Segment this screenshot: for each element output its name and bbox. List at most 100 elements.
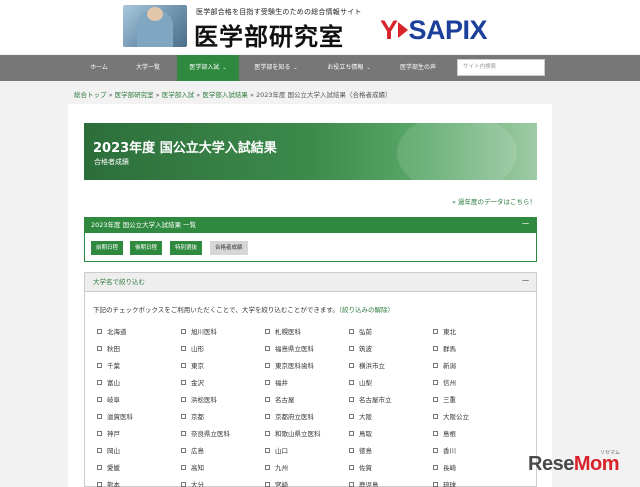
university-checkbox-item[interactable]: 富山 [97, 377, 120, 389]
university-checkbox-item[interactable]: 秋田 [97, 343, 120, 355]
checkbox[interactable] [97, 414, 102, 419]
checkbox[interactable] [433, 346, 438, 351]
breadcrumb-link-top[interactable]: 総合トップ [74, 91, 107, 99]
nav-item-student-voices[interactable]: 医学部生の声 [392, 55, 444, 81]
university-checkbox-item[interactable]: 山口 [265, 445, 288, 457]
university-checkbox-item[interactable]: 東京 [181, 360, 204, 372]
checkbox[interactable] [265, 482, 270, 487]
university-checkbox-item[interactable]: 東北 [433, 326, 456, 338]
checkbox[interactable] [97, 465, 102, 470]
checkbox[interactable] [265, 346, 270, 351]
university-checkbox-item[interactable]: 愛媛 [97, 462, 120, 474]
university-checkbox-item[interactable]: 大阪 [349, 411, 372, 423]
checkbox[interactable] [349, 448, 354, 453]
university-checkbox-item[interactable]: 岐阜 [97, 394, 120, 406]
breadcrumb-link-lab[interactable]: 医学部研究室 [115, 91, 154, 99]
checkbox[interactable] [433, 482, 438, 487]
university-checkbox-item[interactable]: 鳥取 [349, 428, 372, 440]
results-list-header[interactable]: 2023年度 国公立大学入試結果 一覧 － [85, 218, 536, 233]
university-checkbox-item[interactable]: 山梨 [349, 377, 372, 389]
university-checkbox-item[interactable]: 滋賀医科 [97, 411, 133, 423]
checkbox[interactable] [433, 380, 438, 385]
checkbox[interactable] [265, 431, 270, 436]
university-checkbox-item[interactable]: 九州 [265, 462, 288, 474]
university-checkbox-item[interactable]: 信州 [433, 377, 456, 389]
university-checkbox-item[interactable]: 浜松医科 [181, 394, 217, 406]
checkbox[interactable] [97, 363, 102, 368]
checkbox[interactable] [181, 414, 186, 419]
university-checkbox-item[interactable]: 宮崎 [265, 479, 288, 487]
checkbox[interactable] [181, 482, 186, 487]
university-checkbox-item[interactable]: 横浜市立 [349, 360, 385, 372]
checkbox[interactable] [433, 465, 438, 470]
university-checkbox-item[interactable]: 北海道 [97, 326, 127, 338]
university-checkbox-item[interactable]: 香川 [433, 445, 456, 457]
checkbox[interactable] [97, 346, 102, 351]
checkbox[interactable] [349, 397, 354, 402]
checkbox[interactable] [265, 380, 270, 385]
checkbox[interactable] [97, 329, 102, 334]
checkbox[interactable] [349, 380, 354, 385]
checkbox[interactable] [349, 431, 354, 436]
checkbox[interactable] [97, 397, 102, 402]
checkbox[interactable] [349, 346, 354, 351]
checkbox[interactable] [265, 329, 270, 334]
first-term-button[interactable]: 前期日程 [91, 241, 124, 255]
university-checkbox-item[interactable]: 弘前 [349, 326, 372, 338]
university-checkbox-item[interactable]: 金沢 [181, 377, 204, 389]
checkbox[interactable] [265, 448, 270, 453]
filter-header[interactable]: 大学名で絞り込む － [85, 273, 536, 292]
university-checkbox-item[interactable]: 群馬 [433, 343, 456, 355]
nav-item-learn[interactable]: 医学部を知る ⌄ [245, 55, 307, 81]
special-selection-button[interactable]: 特別選抜 [170, 241, 203, 255]
nav-item-useful-info[interactable]: お役立ち情報 ⌄ [318, 55, 380, 81]
university-checkbox-item[interactable]: 京都 [181, 411, 204, 423]
university-checkbox-item[interactable]: 広島 [181, 445, 204, 457]
checkbox[interactable] [181, 329, 186, 334]
university-checkbox-item[interactable]: 鹿児島 [349, 479, 379, 487]
university-checkbox-item[interactable]: 東京医科歯科 [265, 360, 314, 372]
university-checkbox-item[interactable]: 和歌山県立医科 [265, 428, 321, 440]
checkbox[interactable] [349, 414, 354, 419]
checkbox[interactable] [181, 363, 186, 368]
nav-item-exams[interactable]: 医学部入試 ⌄ [177, 55, 239, 81]
university-checkbox-item[interactable]: 名古屋 [265, 394, 295, 406]
checkbox[interactable] [265, 465, 270, 470]
passer-scores-button[interactable]: 合格者成績 [210, 241, 248, 255]
checkbox[interactable] [349, 329, 354, 334]
university-checkbox-item[interactable]: 神戸 [97, 428, 120, 440]
university-checkbox-item[interactable]: 島根 [433, 428, 456, 440]
checkbox[interactable] [181, 465, 186, 470]
university-checkbox-item[interactable]: 三重 [433, 394, 456, 406]
collapse-icon[interactable]: － [521, 218, 530, 232]
filter-reset-link[interactable]: （絞り込みの解除） [339, 306, 394, 314]
checkbox[interactable] [433, 414, 438, 419]
checkbox[interactable] [433, 363, 438, 368]
nav-item-home[interactable]: ホーム [79, 55, 119, 81]
checkbox[interactable] [97, 482, 102, 487]
sapix-logo[interactable]: Y SAPIX [380, 15, 488, 46]
university-checkbox-item[interactable]: 福井 [265, 377, 288, 389]
checkbox[interactable] [97, 448, 102, 453]
site-title-logo[interactable]: 医学部研究室 [194, 17, 344, 52]
university-checkbox-item[interactable]: 徳島 [349, 445, 372, 457]
checkbox[interactable] [349, 465, 354, 470]
university-checkbox-item[interactable]: 旭川医科 [181, 326, 217, 338]
breadcrumb-link-results[interactable]: 医学部入試結果 [202, 91, 248, 99]
breadcrumb-link-exams[interactable]: 医学部入試 [162, 91, 195, 99]
checkbox[interactable] [181, 448, 186, 453]
university-checkbox-item[interactable]: 名古屋市立 [349, 394, 392, 406]
checkbox[interactable] [181, 380, 186, 385]
university-checkbox-item[interactable]: 筑波 [349, 343, 372, 355]
checkbox[interactable] [181, 431, 186, 436]
university-checkbox-item[interactable]: 京都府立医科 [265, 411, 314, 423]
university-checkbox-item[interactable]: 高知 [181, 462, 204, 474]
university-checkbox-item[interactable]: 大阪公立 [433, 411, 469, 423]
university-checkbox-item[interactable]: 長崎 [433, 462, 456, 474]
checkbox[interactable] [433, 397, 438, 402]
past-data-link[interactable]: » 過年度のデータはこちら！ [452, 196, 536, 206]
university-checkbox-item[interactable]: 福島県立医科 [265, 343, 314, 355]
checkbox[interactable] [433, 431, 438, 436]
university-checkbox-item[interactable]: 大分 [181, 479, 204, 487]
checkbox[interactable] [265, 414, 270, 419]
